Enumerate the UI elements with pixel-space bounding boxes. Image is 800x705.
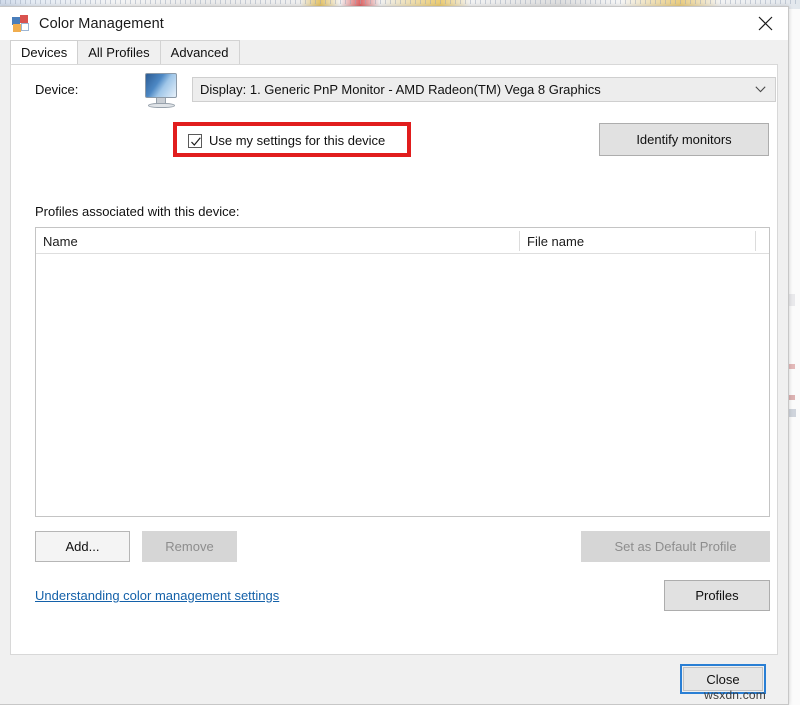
device-select-value: Display: 1. Generic PnP Monitor - AMD Ra… xyxy=(193,82,601,97)
device-select[interactable]: Display: 1. Generic PnP Monitor - AMD Ra… xyxy=(192,77,776,102)
close-button[interactable]: Close xyxy=(683,667,763,691)
identify-monitors-button[interactable]: Identify monitors xyxy=(599,123,769,156)
tab-devices-label: Devices xyxy=(21,45,67,60)
checkbox-box[interactable] xyxy=(188,134,202,148)
set-as-default-profile-button: Set as Default Profile xyxy=(581,531,770,562)
column-divider-2[interactable] xyxy=(755,231,756,251)
title-bar[interactable]: Color Management xyxy=(0,7,788,40)
column-header-file-name[interactable]: File name xyxy=(520,228,584,254)
check-icon xyxy=(190,136,202,148)
profiles-list[interactable]: Name File name xyxy=(35,227,770,517)
add-profile-button[interactable]: Add... xyxy=(35,531,130,562)
use-my-settings-checkbox[interactable]: Use my settings for this device xyxy=(188,132,385,149)
color-management-dialog: Color Management Devices All Profiles Ad… xyxy=(0,6,789,705)
remove-profile-label: Remove xyxy=(165,539,213,554)
window-title: Color Management xyxy=(39,16,164,32)
remove-profile-button: Remove xyxy=(142,531,237,562)
identify-monitors-label: Identify monitors xyxy=(636,132,731,147)
profiles-button-label: Profiles xyxy=(695,588,738,603)
use-my-settings-label: Use my settings for this device xyxy=(209,133,385,148)
dialog-footer: Close wsxdn.com xyxy=(0,657,788,704)
column-header-name[interactable]: Name xyxy=(36,228,78,254)
close-button-focus-ring: Close xyxy=(680,664,766,694)
close-icon[interactable] xyxy=(742,7,788,40)
tab-all-profiles[interactable]: All Profiles xyxy=(77,40,160,64)
profiles-label: Profiles associated with this device: xyxy=(35,204,239,219)
chevron-down-icon xyxy=(755,78,766,101)
tab-advanced[interactable]: Advanced xyxy=(160,40,240,64)
close-button-label: Close xyxy=(706,672,739,687)
profiles-list-body[interactable] xyxy=(36,254,769,516)
profiles-button[interactable]: Profiles xyxy=(664,580,770,611)
device-label: Device: xyxy=(35,82,78,97)
tab-devices[interactable]: Devices xyxy=(10,40,78,64)
devices-tab-panel: Device: Display: 1. Generic PnP Monitor … xyxy=(10,64,778,655)
tab-all-profiles-label: All Profiles xyxy=(88,45,149,60)
understanding-color-management-link[interactable]: Understanding color management settings xyxy=(35,588,279,603)
add-profile-label: Add... xyxy=(66,539,100,554)
tab-strip: Devices All Profiles Advanced xyxy=(10,40,788,64)
set-as-default-profile-label: Set as Default Profile xyxy=(614,539,736,554)
device-row: Device: Display: 1. Generic PnP Monitor … xyxy=(11,65,777,117)
color-management-icon xyxy=(12,15,30,33)
tab-advanced-label: Advanced xyxy=(171,45,229,60)
profiles-list-header: Name File name xyxy=(36,228,769,254)
monitor-icon xyxy=(142,73,184,111)
background-window-toolbar-texture xyxy=(0,0,800,4)
